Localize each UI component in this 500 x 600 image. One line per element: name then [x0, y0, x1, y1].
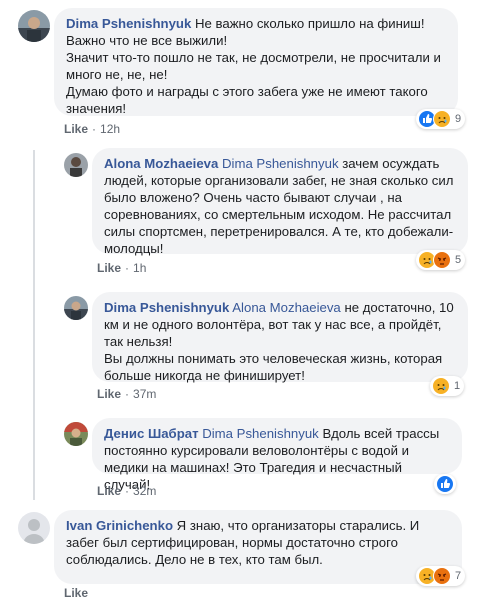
comment-mention[interactable]: Dima Pshenishnyuk	[202, 426, 319, 441]
avatar[interactable]	[18, 10, 50, 42]
like-button[interactable]: Like	[97, 261, 121, 275]
like-button[interactable]: Like	[64, 586, 88, 600]
reaction-count: 5	[455, 254, 462, 266]
reaction-count: 7	[455, 570, 462, 582]
comment-actions: Like · 37m	[97, 387, 156, 401]
avatar-photo-icon	[64, 153, 88, 177]
separator-dot: ·	[125, 484, 130, 498]
comment-timestamp[interactable]: 37m	[133, 387, 156, 401]
comment-author[interactable]: Dima Pshenishnyuk	[66, 16, 191, 31]
separator-dot: ·	[92, 122, 97, 136]
avatar[interactable]	[64, 296, 88, 320]
comment-bubble: Dima Pshenishnyuk Alona Mozhaeieva не до…	[92, 292, 468, 383]
reaction-summary[interactable]: 1	[430, 376, 465, 396]
comment-actions: Like	[64, 586, 88, 600]
avatar-placeholder-icon	[18, 512, 50, 544]
separator-dot: ·	[125, 387, 130, 401]
comment-author[interactable]: Ivan Grinichenko	[66, 518, 173, 533]
comment-bubble: Alona Mozhaeieva Dima Pshenishnyuk зачем…	[92, 148, 468, 256]
like-button[interactable]: Like	[64, 122, 88, 136]
comment-timestamp[interactable]: 12h	[100, 122, 120, 136]
like-reaction-icon	[436, 475, 454, 493]
comment-actions: Like · 1h	[97, 261, 146, 275]
comment-text: зачем осуждать людей, которые организова…	[104, 156, 458, 256]
comment-actions: Like · 12h	[64, 122, 120, 136]
comment-mention[interactable]: Dima Pshenishnyuk	[222, 156, 339, 171]
avatar-photo-icon	[64, 422, 88, 446]
separator-dot: ·	[125, 261, 130, 275]
avatar-photo-icon	[64, 296, 88, 320]
sad-reaction-icon	[433, 110, 451, 128]
avatar[interactable]	[64, 153, 88, 177]
like-button[interactable]: Like	[97, 484, 121, 498]
avatar[interactable]	[18, 512, 50, 544]
reaction-summary[interactable]	[434, 474, 456, 494]
reaction-summary[interactable]: 7	[416, 566, 466, 586]
comment-text: Не важно сколько пришло на финиш!	[195, 16, 425, 31]
sad-reaction-icon	[432, 377, 450, 395]
angry-reaction-icon	[433, 567, 451, 585]
comment-text: Важно что не все выжили! Значит что-то п…	[66, 33, 441, 116]
comment-author[interactable]: Alona Mozhaeieva	[104, 156, 218, 171]
avatar[interactable]	[64, 422, 88, 446]
comment-author[interactable]: Dima Pshenishnyuk	[104, 300, 229, 315]
comment-bubble: Ivan Grinichenko Я знаю, что организатор…	[54, 510, 462, 584]
comment-bubble: Денис Шабрат Dima Pshenishnyuk Вдоль все…	[92, 418, 462, 492]
reaction-count: 1	[454, 380, 461, 392]
comment-bubble: Dima Pshenishnyuk Не важно сколько пришл…	[54, 8, 458, 116]
reaction-summary[interactable]: 5	[416, 250, 466, 270]
avatar-photo-icon	[18, 10, 50, 42]
reaction-summary[interactable]: 9	[416, 109, 466, 129]
comment-timestamp[interactable]: 1h	[133, 261, 146, 275]
reply-thread-line	[33, 150, 35, 500]
comment-timestamp[interactable]: 32m	[133, 484, 156, 498]
comment-author[interactable]: Денис Шабрат	[104, 426, 199, 441]
reaction-count: 9	[455, 113, 462, 125]
angry-reaction-icon	[433, 251, 451, 269]
comment-mention[interactable]: Alona Mozhaeieva	[232, 300, 341, 315]
like-button[interactable]: Like	[97, 387, 121, 401]
comment-actions: Like · 32m	[97, 484, 156, 498]
